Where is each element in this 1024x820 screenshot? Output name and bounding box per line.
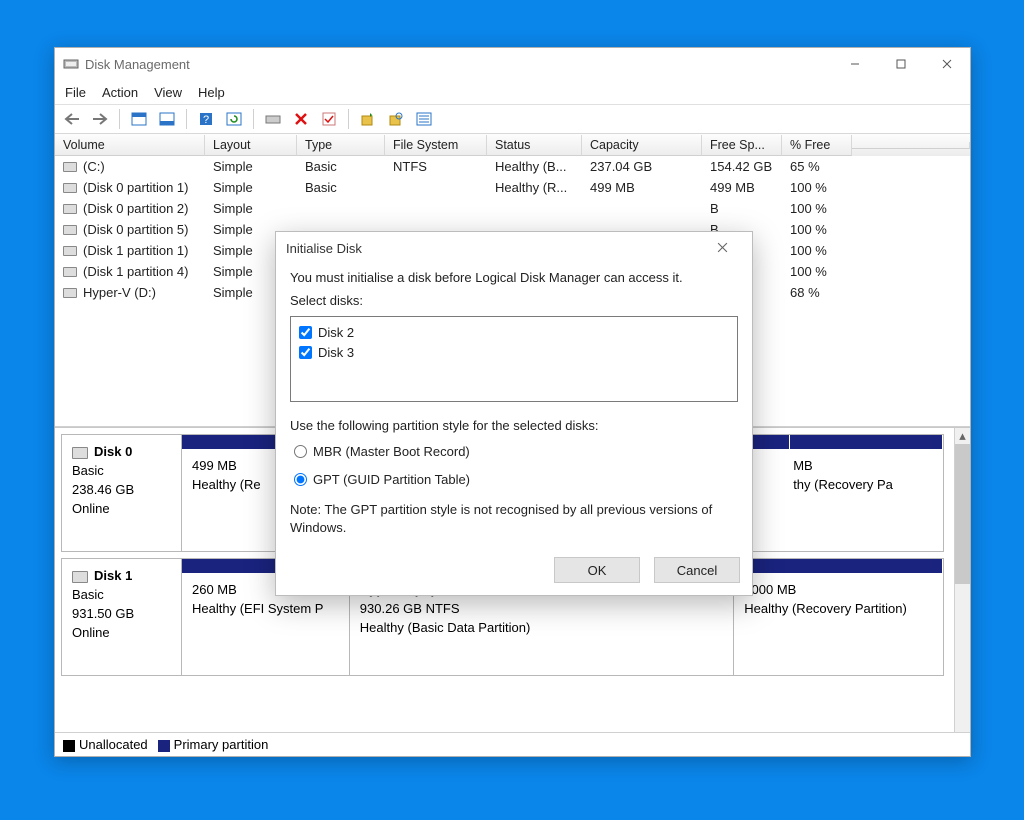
partition-style-label: Use the following partition style for th… — [290, 418, 738, 433]
legend-primary: Primary partition — [158, 737, 269, 752]
view-bottom-icon[interactable] — [156, 108, 178, 130]
volume-icon — [63, 246, 77, 256]
dialog-note: Note: The GPT partition style is not rec… — [290, 501, 738, 537]
legend-unallocated: Unallocated — [63, 737, 148, 752]
col-volume[interactable]: Volume — [55, 135, 205, 156]
close-button[interactable] — [924, 48, 970, 80]
back-icon[interactable] — [61, 108, 83, 130]
radio-mbr[interactable] — [294, 445, 307, 458]
initialise-disk-dialog: Initialise Disk You must initialise a di… — [275, 231, 753, 596]
window-title: Disk Management — [85, 57, 832, 72]
menu-view[interactable]: View — [154, 85, 182, 100]
disk-checkbox[interactable] — [299, 346, 312, 359]
disk-icon — [72, 571, 88, 583]
svg-text:?: ? — [203, 114, 209, 126]
app-icon — [63, 56, 79, 72]
dialog-titlebar: Initialise Disk — [276, 232, 752, 264]
menu-help[interactable]: Help — [198, 85, 225, 100]
partition[interactable]: MBthy (Recovery Pa — [783, 449, 943, 551]
refresh-icon[interactable] — [223, 108, 245, 130]
disk-checkbox-row[interactable]: Disk 3 — [299, 342, 729, 362]
maximize-button[interactable] — [878, 48, 924, 80]
radio-gpt[interactable] — [294, 473, 307, 486]
legend: Unallocated Primary partition — [55, 732, 970, 756]
volume-icon — [63, 204, 77, 214]
volume-icon — [63, 162, 77, 172]
menu-file[interactable]: File — [65, 85, 86, 100]
check-icon[interactable] — [318, 108, 340, 130]
table-header: Volume Layout Type File System Status Ca… — [55, 134, 970, 156]
minimize-button[interactable] — [832, 48, 878, 80]
select-disks-label: Select disks: — [290, 293, 738, 308]
dialog-message: You must initialise a disk before Logica… — [290, 270, 738, 285]
volume-icon — [63, 288, 77, 298]
titlebar: Disk Management — [55, 48, 970, 80]
menu-action[interactable]: Action — [102, 85, 138, 100]
cancel-button[interactable]: Cancel — [654, 557, 740, 583]
col-free[interactable]: Free Sp... — [702, 135, 782, 156]
dialog-title: Initialise Disk — [286, 241, 702, 256]
wizard-new-icon[interactable] — [357, 108, 379, 130]
menubar: File Action View Help — [55, 80, 970, 104]
col-capacity[interactable]: Capacity — [582, 135, 702, 156]
radio-gpt-label[interactable]: GPT (GUID Partition Table) — [313, 472, 470, 487]
table-row[interactable]: (Disk 0 partition 2)SimpleB100 % — [55, 198, 970, 219]
properties-icon[interactable] — [413, 108, 435, 130]
scroll-up-icon[interactable]: ▴ — [955, 428, 970, 444]
radio-mbr-label[interactable]: MBR (Master Boot Record) — [313, 444, 470, 459]
partition[interactable]: 1000 MBHealthy (Recovery Partition) — [734, 573, 943, 675]
volume-icon — [63, 267, 77, 277]
view-top-icon[interactable] — [128, 108, 150, 130]
vertical-scrollbar[interactable]: ▴ — [954, 428, 970, 732]
col-fs[interactable]: File System — [385, 135, 487, 156]
disk-icon — [72, 447, 88, 459]
disk-checkbox-row[interactable]: Disk 2 — [299, 322, 729, 342]
window-buttons — [832, 48, 970, 80]
col-status[interactable]: Status — [487, 135, 582, 156]
table-row[interactable]: (Disk 0 partition 1)SimpleBasicHealthy (… — [55, 177, 970, 198]
forward-icon[interactable] — [89, 108, 111, 130]
wizard-search-icon[interactable] — [385, 108, 407, 130]
ok-button[interactable]: OK — [554, 557, 640, 583]
table-row[interactable]: (C:)SimpleBasicNTFSHealthy (B...237.04 G… — [55, 156, 970, 177]
disk-checkbox[interactable] — [299, 326, 312, 339]
dialog-close-icon[interactable] — [702, 241, 742, 256]
col-pct[interactable]: % Free — [782, 135, 852, 156]
delete-icon[interactable] — [290, 108, 312, 130]
volume-icon — [63, 183, 77, 193]
col-type[interactable]: Type — [297, 135, 385, 156]
toolbar: ? — [55, 104, 970, 134]
col-layout[interactable]: Layout — [205, 135, 297, 156]
scroll-thumb[interactable] — [955, 444, 970, 584]
disk-listbox[interactable]: Disk 2 Disk 3 — [290, 316, 738, 402]
volume-icon — [63, 225, 77, 235]
disk-icon[interactable] — [262, 108, 284, 130]
help-icon[interactable]: ? — [195, 108, 217, 130]
